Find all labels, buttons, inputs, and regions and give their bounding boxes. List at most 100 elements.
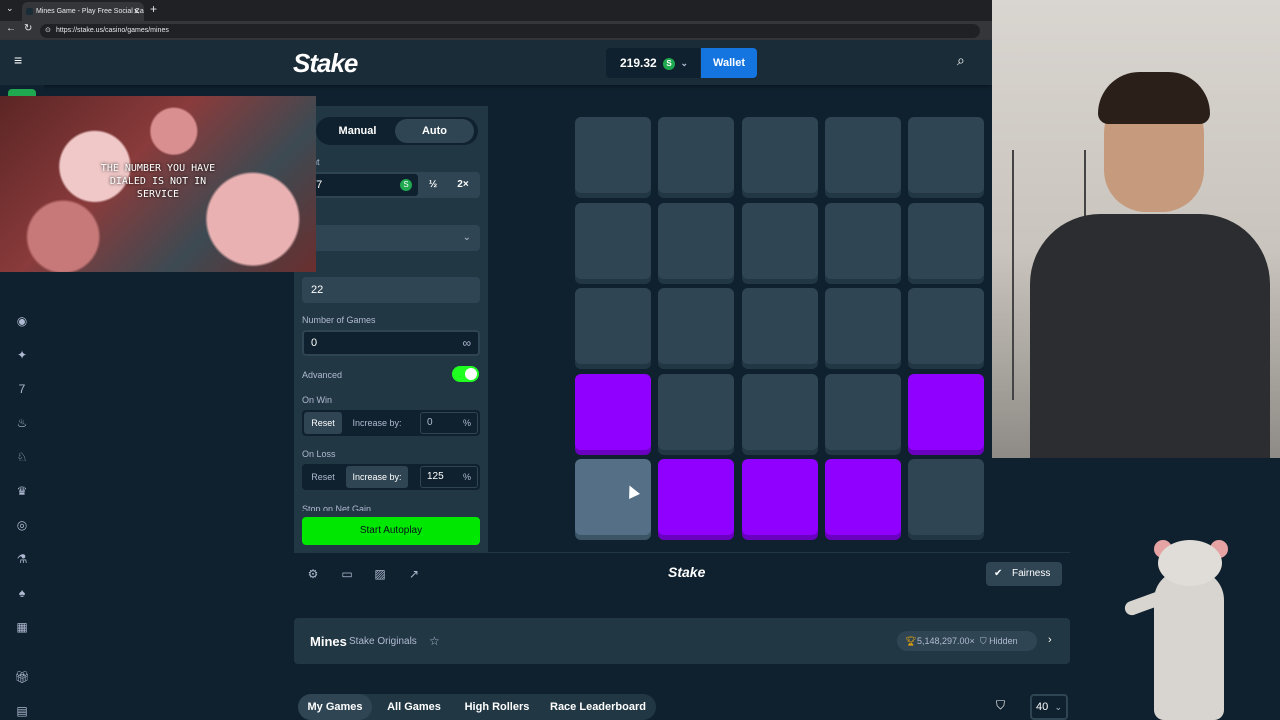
on-win-reset-button[interactable]: Reset (304, 412, 342, 434)
new-tab-icon[interactable]: + (150, 2, 157, 16)
tile-gem[interactable] (908, 374, 984, 450)
balance-selector[interactable]: 219.32 S ⌄ (606, 48, 700, 78)
tile[interactable] (825, 117, 901, 193)
tile[interactable] (908, 288, 984, 364)
live-stats-icon[interactable]: ▨ (372, 566, 388, 582)
tab-high-rollers[interactable]: High Rollers (456, 694, 538, 720)
fairness-button[interactable]: ✔ Fairness (986, 562, 1062, 586)
sidebar-docs-icon[interactable]: ▤ (14, 703, 30, 719)
url-field[interactable]: ⊙ https://stake.us/casino/games/mines (40, 24, 980, 38)
stake-logo[interactable]: Stake (293, 48, 358, 79)
tile[interactable] (658, 288, 734, 364)
settings-icon[interactable]: ⚙ (305, 566, 321, 582)
rat-body (1154, 570, 1224, 720)
sidebar-game-shows-icon[interactable]: ◎ (14, 517, 30, 533)
start-autoplay-button[interactable]: Start Autoplay (302, 517, 480, 545)
half-bet-button[interactable]: ½ (418, 172, 448, 198)
back-icon[interactable]: ← (6, 23, 16, 34)
tab-manual[interactable]: Manual (318, 119, 397, 143)
tile[interactable] (908, 117, 984, 193)
sidebar-hot-icon[interactable]: ♨ (14, 415, 30, 431)
fairness-label: Fairness (1012, 568, 1051, 579)
webcam-overlay-right (992, 0, 1280, 458)
max-win-badge: 🏆︎ 5,148,297.00× ⛉ Hidden (897, 631, 1037, 651)
tile[interactable] (658, 374, 734, 450)
chevron-down-icon: ⌄ (680, 58, 688, 68)
tab-my-games[interactable]: My Games (298, 694, 372, 720)
gems-field: 22 (302, 277, 480, 303)
on-loss-label: On Loss (302, 449, 336, 459)
mines-select[interactable]: ⌄ (302, 225, 480, 251)
trophy-icon: 🏆︎ (905, 636, 917, 646)
shield-check-icon: ✔ (994, 568, 1003, 579)
sidebar-gift-icon[interactable]: 🎁︎ (14, 669, 30, 685)
row-count-select[interactable]: 40 ⌄ (1030, 694, 1068, 720)
sidebar-crown-icon[interactable]: ♛ (14, 483, 30, 499)
tile[interactable] (575, 288, 651, 364)
tile[interactable] (825, 203, 901, 279)
site-info-icon[interactable]: ⊙ (45, 24, 51, 38)
tab-list-icon[interactable]: ⌄ (6, 3, 14, 14)
sidebar-originals-icon[interactable]: ◉ (14, 313, 30, 329)
tab-auto[interactable]: Auto (395, 119, 474, 143)
favicon-icon (26, 8, 33, 15)
tile[interactable] (658, 203, 734, 279)
tile[interactable] (575, 203, 651, 279)
number-of-games-label: Number of Games (302, 315, 376, 325)
close-tab-icon[interactable]: ✕ (133, 2, 140, 21)
wallet-button[interactable]: Wallet (701, 48, 757, 78)
chevron-right-icon[interactable]: › (1048, 634, 1052, 646)
streamer-hair (1098, 72, 1210, 124)
sidebar-new-icon[interactable]: ✦ (14, 347, 30, 363)
tile[interactable] (742, 203, 818, 279)
percent-sign: % (462, 418, 471, 428)
on-loss-control: Reset Increase by: 125 % (302, 464, 480, 490)
sweeps-coin-icon: S (400, 179, 412, 191)
tile[interactable] (742, 374, 818, 450)
tile-gem[interactable] (742, 459, 818, 535)
bet-amount-group: 07 S ½ 2× (302, 172, 480, 198)
tile[interactable] (825, 288, 901, 364)
menu-icon[interactable]: ≡ (14, 52, 22, 68)
browser-tab[interactable]: Mines Game - Play Free Social Ca ✕ (22, 2, 144, 21)
on-loss-increase-button[interactable]: Increase by: (346, 466, 408, 488)
incognito-icon: ⛉ (977, 636, 990, 646)
sidebar-flask-icon[interactable]: ⚗ (14, 551, 30, 567)
tile-gem[interactable] (575, 374, 651, 450)
tile-gem[interactable] (825, 459, 901, 535)
tile[interactable] (908, 459, 984, 535)
on-win-increase-button[interactable]: Increase by: (346, 412, 408, 434)
tile[interactable] (908, 203, 984, 279)
on-win-percent-input[interactable]: 0 % (420, 412, 478, 434)
tile[interactable] (742, 288, 818, 364)
sidebar-live-icon[interactable]: ♘ (14, 449, 30, 465)
game-provider[interactable]: Stake Originals (349, 636, 417, 647)
sidebar-table-icon[interactable]: ♠ (14, 585, 30, 601)
bet-amount-input[interactable]: 07 S (304, 174, 418, 196)
theatre-mode-icon[interactable]: ▭ (339, 566, 355, 582)
search-icon[interactable]: ⌕ (957, 52, 965, 69)
on-loss-percent-input[interactable]: 125 % (420, 466, 478, 488)
sidebar-slots-icon[interactable]: 7 (14, 381, 30, 397)
stop-on-net-gain-label: Stop on Net Gain (302, 504, 372, 511)
tile[interactable] (658, 117, 734, 193)
favorite-star-icon[interactable]: ☆ (429, 634, 440, 648)
tile[interactable] (575, 117, 651, 193)
number-of-games-input[interactable]: 0 ∞ (302, 330, 480, 356)
on-win-label: On Win (302, 395, 333, 405)
tile[interactable] (742, 117, 818, 193)
tile-gem[interactable] (658, 459, 734, 535)
hidden-label: Hidden (989, 636, 1018, 646)
popout-icon[interactable]: ↗ (406, 566, 422, 582)
reload-icon[interactable]: ↻ (24, 23, 32, 34)
tab-all-games[interactable]: All Games (378, 694, 450, 720)
on-loss-reset-button[interactable]: Reset (304, 466, 342, 488)
incognito-toggle-icon[interactable]: ⛉ (996, 698, 1005, 713)
tab-race-leaderboard[interactable]: Race Leaderboard (544, 694, 652, 720)
advanced-toggle[interactable] (452, 366, 479, 382)
tile[interactable] (575, 459, 651, 535)
sidebar-grid-icon[interactable]: ▦ (14, 619, 30, 635)
tile[interactable] (825, 374, 901, 450)
bet-mode-toggle: Manual Auto (316, 117, 478, 145)
double-bet-button[interactable]: 2× (448, 172, 478, 198)
